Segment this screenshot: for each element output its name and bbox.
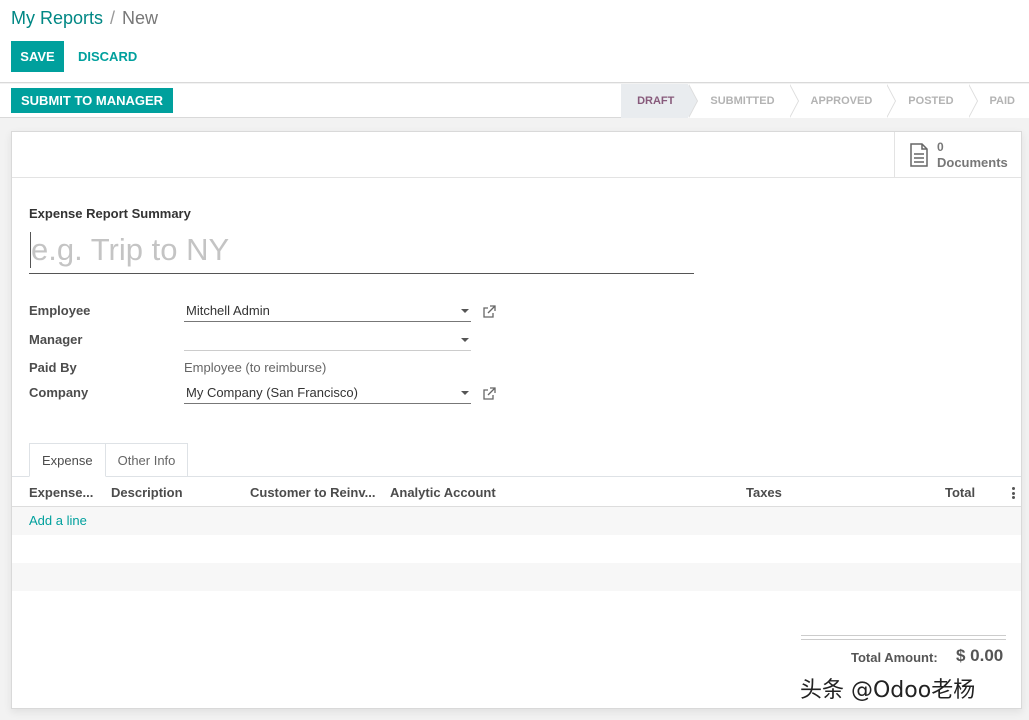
documents-label: Documents bbox=[937, 155, 1008, 170]
breadcrumb-my-reports[interactable]: My Reports bbox=[11, 8, 103, 29]
manager-label: Manager bbox=[29, 332, 83, 347]
stage-submitted[interactable]: SUBMITTED bbox=[688, 84, 799, 118]
documents-button[interactable]: 0 Documents bbox=[894, 132, 1021, 178]
paid-by-value: Employee (to reimburse) bbox=[184, 360, 327, 375]
button-box: 0 Documents bbox=[12, 132, 1021, 178]
stage-approved[interactable]: APPROVED bbox=[788, 84, 897, 118]
summary-input[interactable] bbox=[29, 227, 694, 274]
column-analytic-account[interactable]: Analytic Account bbox=[390, 485, 496, 500]
company-field[interactable]: My Company (San Francisco) bbox=[184, 382, 471, 404]
chevron-down-icon[interactable] bbox=[461, 391, 469, 395]
submit-to-manager-button[interactable]: SUBMIT TO MANAGER bbox=[11, 88, 174, 113]
documents-texts: 0 Documents bbox=[937, 140, 1008, 170]
totals-divider bbox=[801, 639, 1006, 640]
breadcrumb: My Reports / New bbox=[11, 8, 158, 29]
discard-button[interactable]: DISCARD bbox=[70, 41, 145, 72]
summary-label: Expense Report Summary bbox=[29, 206, 191, 221]
total-amount-value: $ 0.00 bbox=[956, 646, 1004, 665]
breadcrumb-current: New bbox=[122, 8, 159, 28]
tab-expense[interactable]: Expense bbox=[29, 443, 106, 477]
chevron-down-icon[interactable] bbox=[461, 309, 469, 313]
stage-posted[interactable]: POSTED bbox=[886, 84, 978, 118]
totals-divider bbox=[801, 635, 1006, 636]
paid-by-label: Paid By bbox=[29, 360, 77, 375]
employee-label: Employee bbox=[29, 303, 91, 318]
company-label: Company bbox=[29, 385, 89, 400]
column-total[interactable]: Total bbox=[945, 485, 975, 500]
stage-pipeline: DRAFT SUBMITTED APPROVED POSTED PAID bbox=[621, 84, 1029, 118]
tab-other-info[interactable]: Other Info bbox=[105, 443, 189, 477]
watermark-text: 头条 @Odoo老杨 bbox=[800, 678, 976, 703]
documents-count: 0 bbox=[937, 140, 944, 154]
control-panel: My Reports / New SAVE DISCARD bbox=[0, 0, 1029, 83]
external-link-icon[interactable] bbox=[482, 305, 496, 319]
column-customer-to-reinvoice[interactable]: Customer to Reinv... bbox=[250, 485, 375, 500]
breadcrumb-separator: / bbox=[110, 8, 116, 28]
chevron-down-icon[interactable] bbox=[461, 338, 469, 342]
employee-value: Mitchell Admin bbox=[186, 303, 270, 318]
total-amount-label: Total Amount: bbox=[851, 650, 938, 665]
optional-columns-icon[interactable] bbox=[1012, 487, 1015, 499]
statusbar: SUBMIT TO MANAGER DRAFT SUBMITTED APPROV… bbox=[0, 84, 1029, 118]
document-icon bbox=[910, 143, 928, 167]
add-line-link[interactable]: Add a line bbox=[29, 513, 87, 528]
table-header: Expense... Description Customer to Reinv… bbox=[12, 477, 1021, 507]
stage-draft[interactable]: DRAFT bbox=[621, 84, 699, 118]
column-taxes[interactable]: Taxes bbox=[746, 485, 782, 500]
text-caret bbox=[30, 232, 31, 268]
notebook-tabs: Expense Other Info bbox=[29, 443, 189, 477]
table-row bbox=[12, 535, 1021, 563]
external-link-icon[interactable] bbox=[482, 387, 496, 401]
table-row: Add a line bbox=[12, 507, 1021, 535]
save-button[interactable]: SAVE bbox=[11, 41, 64, 72]
company-value: My Company (San Francisco) bbox=[186, 385, 358, 400]
employee-field[interactable]: Mitchell Admin bbox=[184, 300, 471, 322]
form-sheet: 0 Documents Expense Report Summary Emplo… bbox=[11, 131, 1022, 709]
column-expense[interactable]: Expense... bbox=[29, 485, 93, 500]
manager-field[interactable] bbox=[184, 329, 471, 351]
column-description[interactable]: Description bbox=[111, 485, 183, 500]
table-row bbox=[12, 563, 1021, 591]
